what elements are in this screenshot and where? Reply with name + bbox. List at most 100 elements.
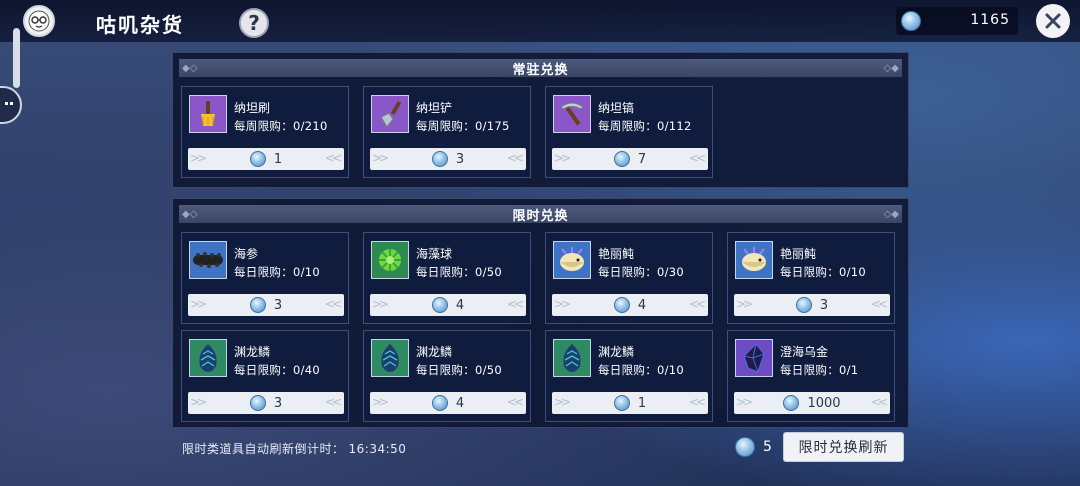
shop-item-card: 渊龙鳞 每日限购：0/50 >> 4 << — [363, 330, 531, 422]
item-name: 渊龙鳞 — [598, 345, 635, 359]
refresh-cost-value: 5 — [763, 439, 772, 455]
item-name: 纳坦刷 — [234, 101, 271, 115]
refresh-countdown: 限时类道具自动刷新倒计时： 16:34:50 — [182, 440, 406, 457]
chevron-right-icon: >> — [736, 297, 753, 311]
chevron-right-icon: >> — [372, 151, 389, 165]
chevron-left-icon: << — [324, 395, 342, 409]
chat-bubble-icon[interactable] — [0, 86, 22, 124]
item-price: 4 — [455, 395, 465, 411]
buy-button[interactable]: >> 4 << — [552, 294, 708, 316]
currency-icon — [431, 395, 448, 411]
chevron-left-icon: << — [870, 297, 888, 311]
chevron-right-icon: >> — [554, 395, 571, 409]
shop-item-card: 渊龙鳞 每日限购：0/40 >> 3 << — [181, 330, 349, 422]
ornament-icon: ◇◆ — [883, 63, 899, 74]
currency-display: 1165 — [896, 7, 1018, 35]
chevron-right-icon: >> — [372, 395, 389, 409]
item-price: 1000 — [807, 395, 841, 411]
pufferfish-icon — [553, 241, 591, 279]
item-price: 3 — [273, 395, 283, 411]
item-limit: 每日限购：0/1 — [780, 363, 859, 377]
item-price: 3 — [819, 297, 829, 313]
item-limit: 每日限购：0/10 — [234, 265, 321, 279]
chevron-left-icon: << — [506, 297, 524, 311]
shop-item-card: 纳坦刷 每周限购：0/210 >> 1 << — [181, 86, 349, 178]
shovel-icon — [371, 95, 409, 133]
seaweed-ball-icon — [371, 241, 409, 279]
buy-button[interactable]: >> 3 << — [734, 294, 890, 316]
panel-header: ◆◇ 常驻兑换 ◇◆ — [179, 59, 902, 78]
currency-icon — [901, 11, 921, 31]
panel-title: 限时兑换 — [512, 208, 569, 224]
chevron-left-icon: << — [506, 151, 524, 165]
dragon-scale-icon — [189, 339, 227, 377]
item-name: 海参 — [234, 247, 259, 261]
side-drawer-handle[interactable] — [13, 28, 20, 88]
item-limit: 每周限购：0/112 — [598, 119, 692, 133]
chevron-right-icon: >> — [190, 297, 207, 311]
buy-button[interactable]: >> 4 << — [370, 294, 526, 316]
buy-button[interactable]: >> 1000 << — [734, 392, 890, 414]
shop-item-card: 纳坦镐 每周限购：0/112 >> 7 << — [545, 86, 713, 178]
chevron-left-icon: << — [506, 395, 524, 409]
pufferfish-icon — [735, 241, 773, 279]
chevron-right-icon: >> — [372, 297, 389, 311]
buy-button[interactable]: >> 7 << — [552, 148, 708, 170]
top-bar: 咕叽杂货 ? 1165 — [0, 0, 1080, 42]
item-price: 7 — [637, 151, 647, 167]
permanent-exchange-panel: ◆◇ 常驻兑换 ◇◆ 纳坦刷 每周限购：0/210 >> 1 << 纳坦铲 每周… — [172, 52, 909, 188]
item-limit: 每日限购：0/40 — [234, 363, 321, 377]
currency-value: 1165 — [970, 12, 1010, 28]
sea-cucumber-icon — [189, 241, 227, 279]
dragon-scale-icon — [553, 339, 591, 377]
buy-button[interactable]: >> 3 << — [188, 392, 344, 414]
close-icon — [1045, 13, 1061, 29]
item-price: 4 — [455, 297, 465, 313]
item-limit: 每日限购：0/50 — [416, 265, 503, 279]
item-name: 纳坦铲 — [416, 101, 453, 115]
refresh-limited-button[interactable]: 限时兑换刷新 — [783, 432, 904, 462]
currency-icon — [613, 297, 630, 313]
chevron-left-icon: << — [324, 297, 342, 311]
chevron-right-icon: >> — [190, 151, 207, 165]
currency-icon — [735, 437, 755, 457]
close-button[interactable] — [1036, 4, 1070, 38]
ornament-icon: ◆◇ — [182, 209, 198, 220]
refresh-cost: 5 — [735, 437, 772, 457]
chevron-left-icon: << — [688, 151, 706, 165]
item-limit: 每周限购：0/175 — [416, 119, 510, 133]
item-limit: 每日限购：0/30 — [598, 265, 685, 279]
chevron-left-icon: << — [870, 395, 888, 409]
buy-button[interactable]: >> 1 << — [552, 392, 708, 414]
chevron-right-icon: >> — [554, 297, 571, 311]
currency-icon — [613, 151, 630, 167]
shop-item-card: 海参 每日限购：0/10 >> 3 << — [181, 232, 349, 324]
buy-button[interactable]: >> 3 << — [370, 148, 526, 170]
panel-title: 常驻兑换 — [512, 62, 569, 78]
currency-icon — [431, 151, 448, 167]
shop-item-card: 渊龙鳞 每日限购：0/10 >> 1 << — [545, 330, 713, 422]
item-name: 澄海乌金 — [780, 345, 829, 359]
chevron-right-icon: >> — [554, 151, 571, 165]
item-name: 艳丽鲀 — [598, 247, 635, 261]
chevron-right-icon: >> — [736, 395, 753, 409]
item-limit: 每日限购：0/10 — [598, 363, 685, 377]
ornament-icon: ◆◇ — [182, 63, 198, 74]
shop-item-card: 海藻球 每日限购：0/50 >> 4 << — [363, 232, 531, 324]
chevron-left-icon: << — [688, 395, 706, 409]
chevron-right-icon: >> — [190, 395, 207, 409]
brush-icon — [189, 95, 227, 133]
buy-button[interactable]: >> 1 << — [188, 148, 344, 170]
currency-icon — [783, 395, 800, 411]
help-button[interactable]: ? — [239, 8, 269, 38]
item-name: 海藻球 — [416, 247, 453, 261]
shop-avatar-icon — [23, 5, 55, 37]
buy-button[interactable]: >> 4 << — [370, 392, 526, 414]
item-price: 3 — [455, 151, 465, 167]
buy-button[interactable]: >> 3 << — [188, 294, 344, 316]
currency-icon — [249, 151, 266, 167]
limited-exchange-panel: ◆◇ 限时兑换 ◇◆ 海参 每日限购：0/10 >> 3 << 海藻球 每日限购… — [172, 198, 909, 428]
item-name: 纳坦镐 — [598, 101, 635, 115]
shop-item-card: 澄海乌金 每日限购：0/1 >> 1000 << — [727, 330, 895, 422]
ornament-icon: ◇◆ — [883, 209, 899, 220]
